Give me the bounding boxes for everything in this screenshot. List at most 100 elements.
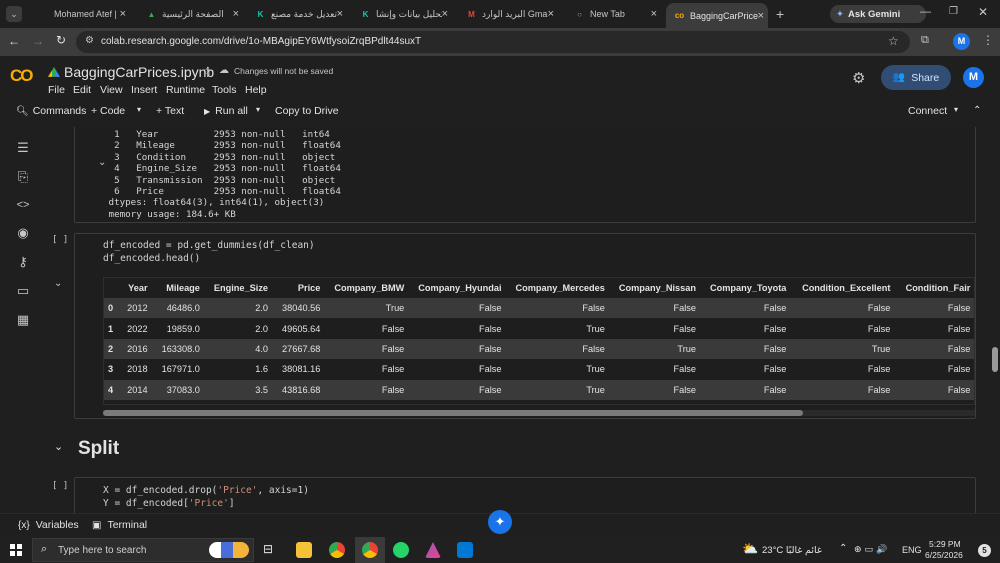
chrome-icon[interactable] — [329, 542, 345, 558]
menu-item-file[interactable]: File — [48, 84, 65, 96]
tray-icons[interactable]: ⊕▭🔊 — [854, 544, 890, 555]
menu-item-view[interactable]: View — [100, 84, 123, 96]
minimize-window-button[interactable]: — — [920, 6, 931, 18]
terminal-button[interactable]: ▣ Terminal — [92, 519, 147, 531]
add-code-dropdown-icon[interactable]: ▾ — [137, 105, 141, 114]
secrets-icon[interactable]: ◉ — [15, 225, 31, 241]
split-cell-run-bracket[interactable]: [ ] — [52, 481, 68, 491]
browser-tab[interactable]: co BaggingCarPrices × — [666, 3, 768, 28]
reload-icon[interactable]: ↻ — [56, 33, 66, 47]
copy-to-drive-button[interactable]: Copy to Drive — [275, 105, 339, 117]
menu-item-runtime[interactable]: Runtime — [166, 84, 205, 96]
split-line1-a: X = df_encoded.drop( — [103, 485, 218, 496]
encode-code-line-2[interactable]: df_encoded.head() — [103, 253, 200, 266]
task-view-icon[interactable]: ⊟ — [263, 542, 273, 556]
share-button[interactable]: 👥 Share — [881, 65, 951, 90]
table-of-contents-icon[interactable]: ☰ — [15, 140, 31, 156]
extensions-icon[interactable]: ⧉ — [921, 34, 929, 47]
split-code-cell[interactable]: X = df_encoded.drop('Price', axis=1) Y =… — [74, 477, 976, 513]
encode-cell-run-bracket[interactable]: [ ] — [52, 235, 68, 245]
connect-dropdown-icon[interactable]: ▾ — [954, 105, 958, 114]
connect-button[interactable]: Connect — [908, 105, 947, 117]
variables-button[interactable]: {x} Variables — [18, 519, 79, 531]
new-tab-button[interactable]: + — [776, 6, 784, 22]
restore-window-button[interactable]: ❐ — [949, 6, 958, 17]
close-tab-icon[interactable]: × — [233, 8, 239, 20]
chrome-active-tab[interactable] — [355, 537, 385, 563]
tab-search-button[interactable]: ⌄ — [6, 6, 22, 22]
colab-logo[interactable]: CO — [10, 66, 40, 86]
add-text-button[interactable]: + Text — [156, 105, 184, 117]
collapse-table-chevron-icon[interactable]: ⌄ — [54, 278, 62, 289]
system-tray-chevron-icon[interactable]: ⌃ — [839, 543, 847, 554]
close-tab-icon[interactable]: × — [120, 8, 126, 20]
key-icon[interactable]: ⚷ — [15, 254, 31, 270]
close-tab-icon[interactable]: × — [337, 8, 343, 20]
settings-gear-icon[interactable]: ⚙ — [852, 69, 865, 87]
address-bar[interactable]: ⚙ colab.research.google.com/drive/1o-MBA… — [76, 31, 910, 53]
add-code-button[interactable]: + Code — [91, 105, 125, 117]
split-code-line-1[interactable]: X = df_encoded.drop('Price', axis=1) — [103, 485, 309, 498]
horizontal-scrollbar[interactable] — [103, 410, 975, 416]
site-info-icon[interactable]: ⚙ — [85, 35, 94, 46]
data-table-icon[interactable]: ▦ — [15, 312, 31, 328]
account-avatar[interactable]: M — [963, 67, 984, 88]
files-folder-icon[interactable]: ▭ — [15, 283, 31, 299]
close-tab-icon[interactable]: × — [548, 8, 554, 20]
vertical-scrollbar-thumb[interactable] — [992, 347, 998, 372]
clock-date[interactable]: 6/25/2026 — [925, 550, 963, 560]
browser-tab[interactable]: ○ New Tab × — [566, 4, 661, 24]
bookmark-star-icon[interactable]: ☆ — [888, 34, 899, 48]
app-icon[interactable] — [425, 542, 441, 558]
windows-start-icon[interactable] — [10, 544, 22, 556]
browser-menu-icon[interactable]: ⋮ — [982, 33, 994, 47]
browser-tab[interactable]: K تحليل بيانات وإنشا × — [352, 4, 452, 24]
gemini-fab-button[interactable]: ✦ — [488, 510, 512, 534]
browser-tab[interactable]: Mohamed Atef | × — [30, 4, 130, 24]
vscode-icon[interactable] — [457, 542, 473, 558]
forward-arrow-icon[interactable]: → — [32, 34, 44, 48]
vertical-scrollbar[interactable] — [990, 127, 1000, 513]
menu-item-edit[interactable]: Edit — [73, 84, 91, 96]
browser-tab[interactable]: K تعديل خدمة مصنع × — [247, 4, 347, 24]
find-replace-icon[interactable]: ⎘ — [15, 169, 31, 185]
browser-tab[interactable]: M البريد الوارد Gmail× — [458, 4, 558, 24]
close-tab-icon[interactable]: × — [442, 8, 448, 20]
info-output-cell[interactable]: 1 Year 2953 non-null int64 2 Mileage 295… — [74, 127, 976, 223]
split-code-line-2[interactable]: Y = df_encoded['Price'] — [103, 498, 235, 511]
browser-tab[interactable]: ▲ الصفحة الرئيسية × — [138, 4, 243, 24]
run-all-button[interactable]: ▶ Run all — [204, 105, 248, 117]
back-arrow-icon[interactable]: ← — [8, 34, 20, 48]
collapse-header-icon[interactable]: ⌃ — [973, 105, 981, 116]
tab-favicon-icon: ○ — [577, 9, 582, 19]
notebook-title[interactable]: BaggingCarPrices.ipynb — [64, 64, 214, 80]
collapse-output-chevron-icon[interactable]: ⌄ — [98, 157, 106, 168]
close-tab-icon[interactable]: × — [651, 8, 657, 20]
weather-text[interactable]: 23°C غائم غالبًا — [762, 545, 822, 556]
clock-time[interactable]: 5:29 PM — [929, 539, 961, 549]
section-collapse-chevron-icon[interactable]: ⌄ — [54, 440, 63, 453]
language-indicator[interactable]: ENG — [902, 545, 922, 555]
menu-item-tools[interactable]: Tools — [212, 84, 237, 96]
close-window-button[interactable]: ✕ — [978, 5, 988, 19]
browser-profile-avatar[interactable]: M — [953, 33, 970, 50]
menu-item-insert[interactable]: Insert — [131, 84, 157, 96]
horizontal-scrollbar-thumb[interactable] — [103, 410, 803, 416]
info-output-line: 4 Engine_Size 2953 non-null float64 — [103, 163, 341, 175]
star-icon[interactable]: ☆ — [202, 64, 213, 78]
encode-code-cell[interactable]: df_encoded = pd.get_dummies(df_clean) df… — [74, 233, 976, 419]
code-snippets-icon[interactable]: <> — [15, 197, 31, 213]
encode-code-line-1[interactable]: df_encoded = pd.get_dummies(df_clean) — [103, 240, 315, 253]
whatsapp-icon[interactable] — [393, 542, 409, 558]
commands-button[interactable]: 🔍︎ Commands — [16, 105, 86, 117]
file-explorer-icon[interactable] — [296, 542, 312, 558]
run-all-dropdown-icon[interactable]: ▾ — [256, 105, 260, 114]
notification-badge[interactable]: 5 — [978, 544, 991, 557]
menu-item-help[interactable]: Help — [245, 84, 267, 96]
split-line1-b: , axis=1) — [257, 485, 309, 496]
close-tab-icon[interactable]: × — [758, 10, 764, 22]
weather-icon[interactable]: ⛅ — [742, 541, 758, 557]
ask-gemini-button[interactable]: ✦ Ask Gemini — [830, 5, 926, 23]
taskbar-search-box[interactable]: ⌕ Type here to search — [32, 538, 254, 562]
windows-taskbar: ⌕ Type here to search ⊟ ⛅ 23°C غائم غالب… — [0, 537, 1000, 563]
